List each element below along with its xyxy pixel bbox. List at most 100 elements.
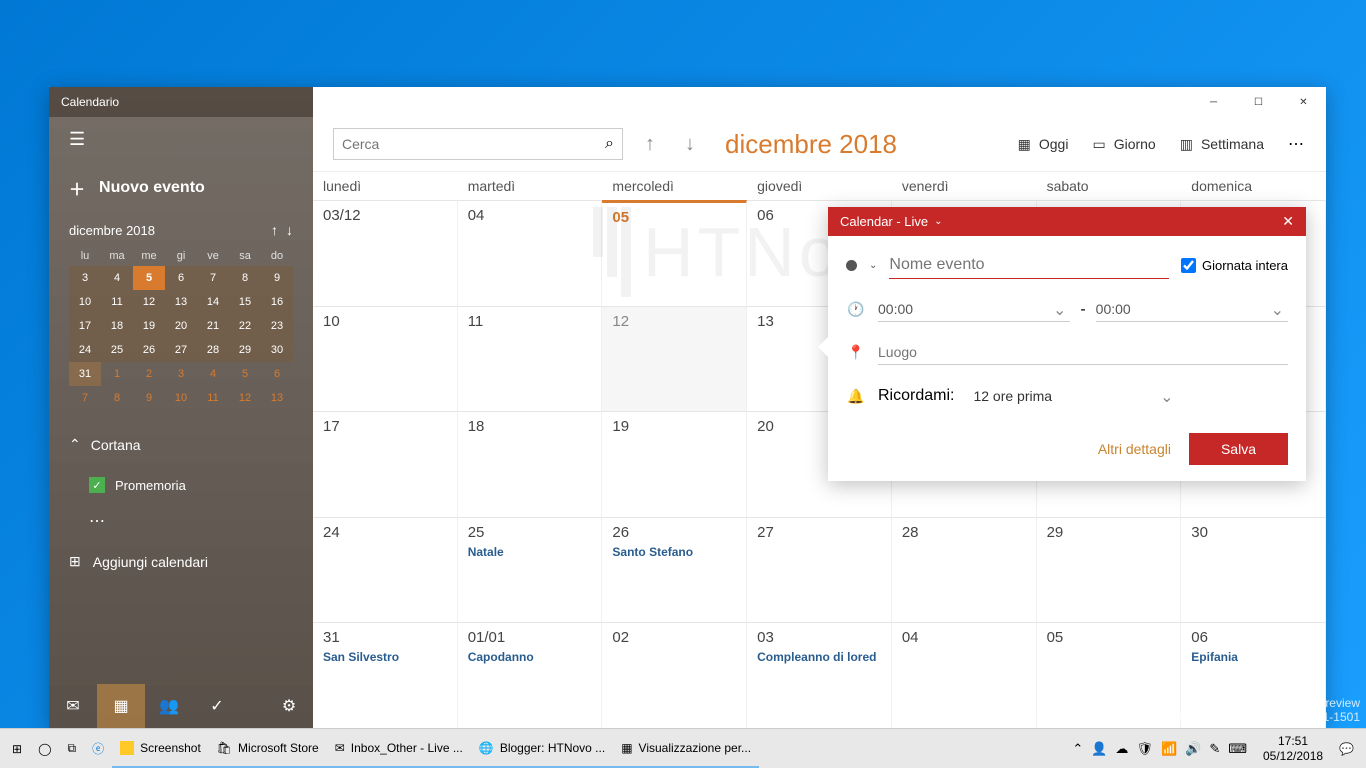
calendar-cell[interactable]: 28: [892, 517, 1037, 623]
day-view-button[interactable]: ▭Giorno: [1092, 136, 1155, 153]
mini-day-cell[interactable]: 17: [69, 314, 101, 338]
mini-day-cell[interactable]: 23: [261, 314, 293, 338]
mini-day-cell[interactable]: 20: [165, 314, 197, 338]
mini-day-cell[interactable]: 22: [229, 314, 261, 338]
mini-day-cell[interactable]: 13: [261, 386, 293, 410]
calendar-cell[interactable]: 27: [747, 517, 892, 623]
mini-day-cell[interactable]: 31: [69, 362, 101, 386]
cell-event[interactable]: Epifania: [1191, 650, 1315, 664]
mini-day-cell[interactable]: 15: [229, 290, 261, 314]
calendar-cell[interactable]: 03Compleanno di lored: [747, 622, 892, 728]
tray-volume-icon[interactable]: 🔊: [1185, 741, 1201, 757]
tray-defender-icon[interactable]: 🛡: [1136, 741, 1153, 757]
mail-icon[interactable]: ✉: [49, 684, 97, 728]
cell-event[interactable]: Santo Stefano: [612, 545, 736, 559]
mini-day-cell[interactable]: 6: [261, 362, 293, 386]
search-input[interactable]: [342, 136, 605, 152]
mini-day-cell[interactable]: 9: [261, 266, 293, 290]
minimize-button[interactable]: ─: [1191, 87, 1236, 117]
taskbar-app-chrome[interactable]: 🌐Blogger: HTNovo ...: [471, 729, 613, 768]
mini-day-cell[interactable]: 3: [69, 266, 101, 290]
mini-day-cell[interactable]: 21: [197, 314, 229, 338]
mini-day-cell[interactable]: 7: [197, 266, 229, 290]
taskbar-app-calendar[interactable]: ▦Visualizzazione per...: [613, 729, 759, 768]
new-event-button[interactable]: ＋ Nuovo evento: [49, 162, 313, 214]
chevron-down-icon[interactable]: ⌄: [869, 260, 877, 271]
close-button[interactable]: ✕: [1281, 87, 1326, 117]
taskbar-app-explorer[interactable]: Screenshot: [112, 729, 209, 768]
mini-next-icon[interactable]: ↓: [286, 222, 293, 238]
mini-day-cell[interactable]: 8: [101, 386, 133, 410]
tray-onedrive-icon[interactable]: ☁: [1115, 741, 1128, 757]
allday-check[interactable]: [1181, 258, 1196, 273]
calendar-cell[interactable]: 25Natale: [458, 517, 603, 623]
mini-day-cell[interactable]: 19: [133, 314, 165, 338]
cell-event[interactable]: Natale: [468, 545, 592, 559]
cell-event[interactable]: San Silvestro: [323, 650, 447, 664]
mini-day-cell[interactable]: 30: [261, 338, 293, 362]
taskview-icon[interactable]: ⧉: [60, 729, 85, 768]
calendar-cell[interactable]: 03/12: [313, 200, 458, 306]
month-title[interactable]: dicembre 2018: [725, 129, 897, 160]
calendar-cell[interactable]: 31San Silvestro: [313, 622, 458, 728]
calendar-cell[interactable]: 26Santo Stefano: [602, 517, 747, 623]
cell-event[interactable]: Compleanno di lored: [757, 650, 881, 664]
calendar-cell[interactable]: 17: [313, 411, 458, 517]
mini-prev-icon[interactable]: ↑: [271, 222, 278, 238]
cortana-taskbar-icon[interactable]: ◯: [30, 729, 59, 768]
today-button[interactable]: ▦Oggi: [1018, 136, 1069, 153]
week-view-button[interactable]: ▥Settimana: [1180, 136, 1264, 153]
mini-day-cell[interactable]: 11: [101, 290, 133, 314]
mini-day-cell[interactable]: 29: [229, 338, 261, 362]
mini-day-cell[interactable]: 11: [197, 386, 229, 410]
mini-month-label[interactable]: dicembre 2018: [69, 223, 155, 238]
calendar-cell[interactable]: 04: [892, 622, 1037, 728]
hamburger-icon[interactable]: ☰: [49, 117, 313, 162]
calendar-cell[interactable]: 19: [602, 411, 747, 517]
calendar-cell[interactable]: 12: [602, 306, 747, 412]
mini-day-cell[interactable]: 5: [133, 266, 165, 290]
mini-day-cell[interactable]: 9: [133, 386, 165, 410]
popup-close-icon[interactable]: ✕: [1282, 213, 1294, 230]
search-icon[interactable]: ⌕: [605, 135, 614, 153]
mini-day-cell[interactable]: 27: [165, 338, 197, 362]
mini-day-cell[interactable]: 4: [101, 266, 133, 290]
calendar-cell[interactable]: 04: [458, 200, 603, 306]
more-calendars-icon[interactable]: ⋯: [49, 503, 313, 539]
calendar-cell[interactable]: 24: [313, 517, 458, 623]
mini-day-cell[interactable]: 1: [101, 362, 133, 386]
mini-day-cell[interactable]: 24: [69, 338, 101, 362]
tray-network-icon[interactable]: 📶: [1161, 741, 1177, 757]
mini-day-cell[interactable]: 14: [197, 290, 229, 314]
reminders-item[interactable]: ✓ Promemoria: [49, 467, 313, 503]
mini-day-cell[interactable]: 28: [197, 338, 229, 362]
calendar-icon[interactable]: ▦: [97, 684, 145, 728]
save-button[interactable]: Salva: [1189, 433, 1288, 465]
mini-day-cell[interactable]: 5: [229, 362, 261, 386]
calendar-cell[interactable]: 29: [1037, 517, 1182, 623]
cell-event[interactable]: Capodanno: [468, 650, 592, 664]
start-time-input[interactable]: [878, 297, 1070, 322]
more-icon[interactable]: ⋯: [1288, 134, 1306, 154]
more-details-link[interactable]: Altri dettagli: [1098, 441, 1171, 457]
tray-keyboard-icon[interactable]: ⌨: [1228, 741, 1247, 757]
people-icon[interactable]: 👥: [145, 684, 193, 728]
calendar-cell[interactable]: 11: [458, 306, 603, 412]
taskbar-clock[interactable]: 17:51 05/12/2018: [1255, 734, 1331, 763]
mini-day-cell[interactable]: 13: [165, 290, 197, 314]
action-center-icon[interactable]: 💬: [1331, 729, 1362, 768]
mini-day-cell[interactable]: 7: [69, 386, 101, 410]
taskbar-app-store[interactable]: 🛍Microsoft Store: [209, 729, 327, 768]
end-time-input[interactable]: [1096, 297, 1288, 322]
event-name-input[interactable]: [889, 252, 1169, 279]
mini-day-cell[interactable]: 10: [69, 290, 101, 314]
popup-header[interactable]: Calendar - Live ⌄ ✕: [828, 207, 1306, 236]
tray-chevron-icon[interactable]: ⌃: [1072, 741, 1083, 757]
mini-day-cell[interactable]: 3: [165, 362, 197, 386]
mini-day-cell[interactable]: 6: [165, 266, 197, 290]
mini-day-cell[interactable]: 8: [229, 266, 261, 290]
color-dot-icon[interactable]: [846, 260, 857, 271]
mini-day-cell[interactable]: 12: [133, 290, 165, 314]
calendar-cell[interactable]: 05: [602, 200, 747, 306]
checkbox-checked-icon[interactable]: ✓: [89, 477, 105, 493]
